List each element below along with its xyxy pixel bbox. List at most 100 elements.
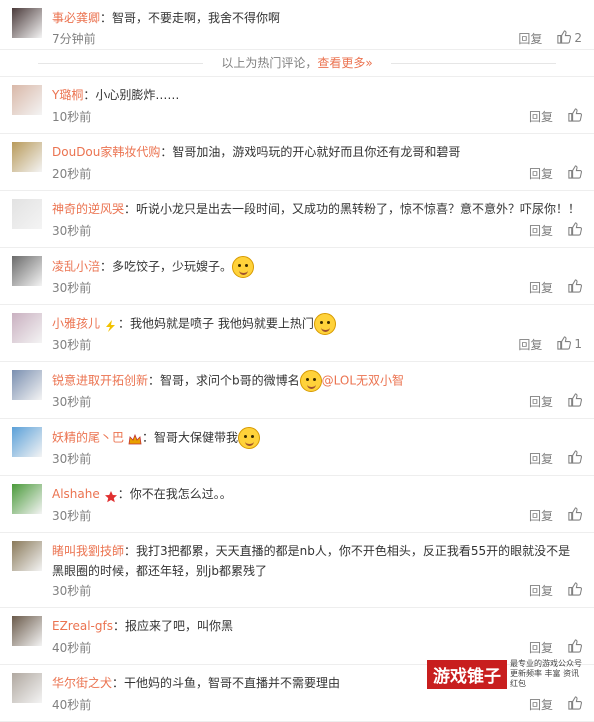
avatar[interactable]	[12, 8, 42, 38]
separator: ：	[100, 259, 113, 274]
reply-button[interactable]: 回复	[529, 696, 553, 713]
thinking-emoji-icon	[232, 256, 255, 278]
username-link[interactable]: DouDou家韩妆代购	[52, 145, 160, 159]
like-count: 1	[574, 337, 582, 351]
comment-line: Y璐桐：小心别膨炸……	[52, 85, 582, 105]
avatar-image	[12, 199, 42, 229]
thumbs-up-icon	[567, 392, 582, 410]
like-button[interactable]	[567, 449, 582, 467]
like-button[interactable]	[567, 638, 582, 656]
comment-time: 30秒前	[52, 584, 92, 598]
avatar[interactable]	[12, 370, 42, 400]
separator: ：	[112, 676, 125, 690]
avatar[interactable]	[12, 427, 42, 457]
comment-time: 7分钟前	[52, 32, 96, 46]
separator: ：	[124, 202, 137, 216]
avatar-image	[12, 8, 42, 38]
separator: ：	[124, 544, 137, 558]
comment-actions: 回复	[529, 695, 582, 713]
comment-text: 智哥，求问个b哥的微博名	[160, 373, 300, 388]
reply-button[interactable]: 回复	[529, 108, 553, 125]
comment-time: 40秒前	[52, 641, 92, 655]
avatar[interactable]	[12, 541, 42, 571]
username-link[interactable]: Alshahe	[52, 487, 100, 501]
username-link[interactable]: 神奇的逆风哭	[52, 202, 124, 216]
username-link[interactable]: Y璐桐	[52, 88, 83, 102]
mention-link[interactable]: @LOL无双小智	[322, 374, 404, 388]
username-link[interactable]: 凌乱小涪	[52, 260, 100, 274]
comment-item: EZreal-gfs：报应来了吧，叫你黑 40秒前 回复	[0, 608, 594, 665]
thumbs-up-icon	[556, 335, 572, 353]
comment-actions: 回复	[529, 221, 582, 239]
username-link[interactable]: EZreal-gfs	[52, 619, 113, 633]
comment-line: 锐意进取开拓创新：智哥，求问个b哥的微博名 @LOL无双小智	[52, 370, 582, 392]
like-button[interactable]	[567, 581, 582, 599]
reply-button[interactable]: 回复	[518, 336, 542, 353]
like-button[interactable]	[567, 164, 582, 182]
comment-text: 我他妈就是喷子 我他妈就要上热门	[130, 316, 314, 331]
comment-text: 干他妈的斗鱼，智哥不直播并不需要理由	[124, 676, 341, 690]
separator: ：	[112, 619, 125, 633]
comment-time: 30秒前	[52, 281, 92, 295]
avatar[interactable]	[12, 673, 42, 703]
comment-actions: 回复	[529, 581, 582, 599]
username-link[interactable]: 小雅孩儿	[52, 317, 100, 331]
reply-button[interactable]: 回复	[518, 30, 542, 47]
avatar[interactable]	[12, 313, 42, 343]
comment-text: 多吃饺子，少玩嫂子。	[112, 259, 233, 274]
thumbs-up-icon	[556, 29, 572, 47]
username-link[interactable]: 妖精的尾丶巴	[52, 431, 124, 445]
username-link[interactable]: 事必龚卿	[52, 11, 100, 25]
avatar[interactable]	[12, 484, 42, 514]
username-link[interactable]: 华尔街之犬	[52, 676, 112, 690]
comment-item: Alshahe ：你不在我怎么过。。 30秒前 回复	[0, 476, 594, 533]
comment-text: 你不在我怎么过。。	[129, 487, 232, 501]
see-more-link[interactable]: 查看更多»	[317, 56, 372, 70]
thumbs-up-icon	[567, 581, 582, 599]
comment-time: 40秒前	[52, 698, 92, 712]
like-button[interactable]	[567, 506, 582, 524]
avatar-image	[12, 616, 42, 646]
comment-time: 30秒前	[52, 338, 92, 352]
reply-button[interactable]: 回复	[529, 279, 553, 296]
username-link[interactable]: 睹叫我劉技師	[52, 544, 124, 558]
avatar-image	[12, 142, 42, 172]
comment-time: 30秒前	[52, 395, 92, 409]
reply-button[interactable]: 回复	[529, 222, 553, 239]
reply-button[interactable]: 回复	[529, 582, 553, 599]
avatar[interactable]	[12, 616, 42, 646]
comment-line: 妖精的尾丶巴 ：智哥大保健带我	[52, 427, 582, 449]
like-button[interactable]	[567, 221, 582, 239]
comment-item: 妖精的尾丶巴 ：智哥大保健带我 30秒前 回复	[0, 419, 594, 476]
comment-text: 智哥，不要走啊，我舍不得你啊	[112, 11, 281, 25]
grin-emoji-icon	[299, 370, 322, 392]
comment-item: 神奇的逆风哭：听说小龙只是出去一段时间，又成功的黑转粉了，惊不惊喜？意不意外？吓…	[0, 191, 594, 248]
reply-button[interactable]: 回复	[529, 507, 553, 524]
like-button[interactable]: 2	[556, 29, 582, 47]
avatar-image	[12, 673, 42, 703]
avatar[interactable]	[12, 199, 42, 229]
like-button[interactable]	[567, 695, 582, 713]
avatar-image	[12, 484, 42, 514]
comment-time: 30秒前	[52, 452, 92, 466]
separator: ：	[142, 430, 155, 445]
like-button[interactable]	[567, 107, 582, 125]
like-button[interactable]	[567, 392, 582, 410]
star-icon	[104, 489, 118, 502]
avatar[interactable]	[12, 85, 42, 115]
comment-text: 小心别膨炸……	[95, 88, 180, 102]
comment-item: 小雅孩儿 ：我他妈就是喷子 我他妈就要上热门 30秒前 回复 1	[0, 305, 594, 362]
avatar[interactable]	[12, 142, 42, 172]
avatar-image	[12, 256, 42, 286]
username-link[interactable]: 锐意进取开拓创新	[52, 374, 148, 388]
reply-button[interactable]: 回复	[529, 165, 553, 182]
reply-button[interactable]: 回复	[529, 393, 553, 410]
comment-text: 听说小龙只是出去一段时间，又成功的黑转粉了，惊不惊喜？意不意外？吓尿你！！	[136, 202, 581, 216]
reply-button[interactable]: 回复	[529, 639, 553, 656]
comment-time: 30秒前	[52, 224, 92, 238]
reply-button[interactable]: 回复	[529, 450, 553, 467]
avatar[interactable]	[12, 256, 42, 286]
comment-feed: 事必龚卿：智哥，不要走啊，我舍不得你啊 7分钟前 回复 2 以上为热门评论，查看更多» Y…	[0, 0, 594, 722]
like-button[interactable]	[567, 278, 582, 296]
like-button[interactable]: 1	[556, 335, 582, 353]
